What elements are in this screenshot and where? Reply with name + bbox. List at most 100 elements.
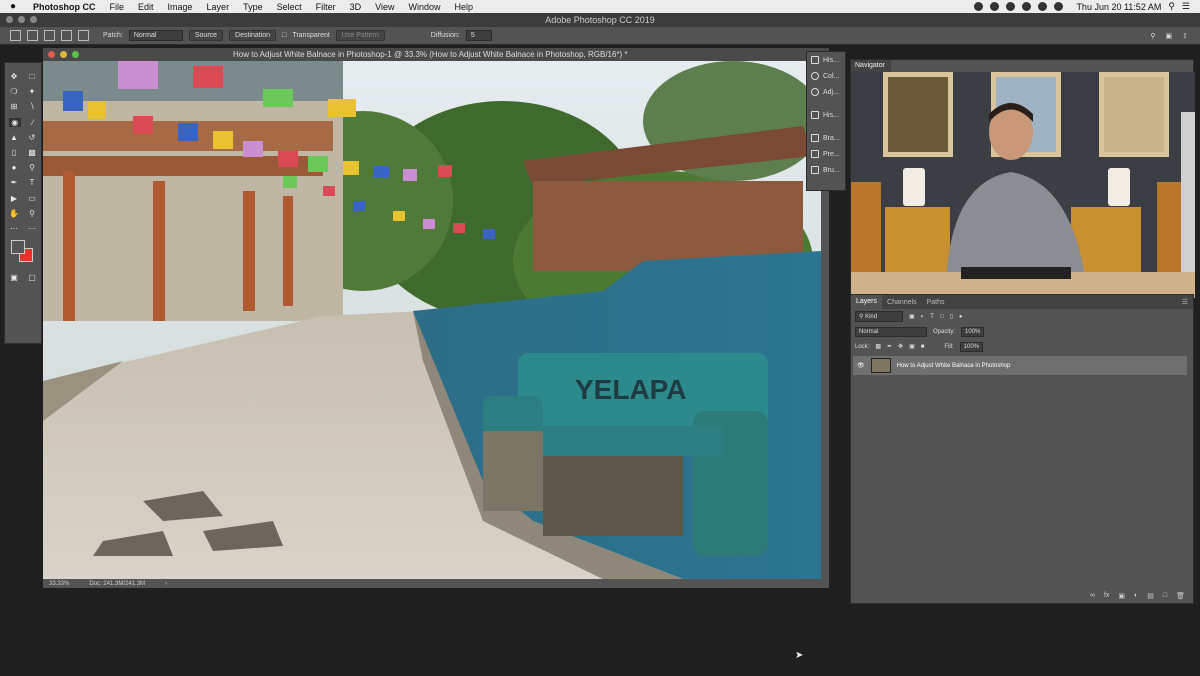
transparent-checkbox[interactable]: □ — [282, 32, 286, 39]
history-panel-button[interactable]: His... — [807, 52, 845, 68]
patch-tool-icon[interactable] — [10, 30, 21, 41]
layer-name[interactable]: How to Adjust White Balnace in Photoshop — [897, 363, 1011, 369]
zoom-window-button[interactable] — [30, 16, 37, 23]
status-icon[interactable] — [1006, 2, 1016, 11]
menu-file[interactable]: File — [103, 2, 132, 12]
adjustment-filter-icon[interactable]: ◐ — [921, 314, 925, 320]
menu-image[interactable]: Image — [161, 2, 200, 12]
hand-tool-icon[interactable]: ✋ — [9, 209, 19, 218]
close-document-button[interactable] — [48, 51, 55, 58]
document-tab[interactable]: How to Adjust White Balnace in Photoshop… — [43, 48, 829, 61]
zoom-tool-icon[interactable]: ⚲ — [28, 209, 37, 218]
screen-mode-icon[interactable]: ▢ — [28, 273, 37, 282]
wifi-icon[interactable] — [1054, 2, 1064, 11]
shape-tool-icon[interactable]: ▭ — [28, 194, 37, 203]
histogram-panel-button[interactable]: His... — [807, 107, 845, 123]
status-icon[interactable] — [990, 2, 1000, 11]
tab-navigator[interactable]: Navigator — [851, 60, 891, 72]
source-button[interactable]: Source — [188, 30, 224, 41]
search-icon[interactable]: ⚲ — [1150, 32, 1155, 40]
lock-all-icon[interactable]: ■ — [921, 344, 925, 350]
minimize-document-button[interactable] — [60, 51, 67, 58]
menu-help[interactable]: Help — [447, 2, 480, 12]
layer-filter-kind-select[interactable]: ⚲ Kind — [855, 311, 903, 322]
intersect-selection-icon[interactable] — [78, 30, 89, 41]
opacity-input[interactable]: 100% — [961, 326, 985, 337]
quick-mask-icon[interactable]: ▣ — [10, 273, 19, 282]
brush-tool-icon[interactable]: ∕ — [28, 118, 37, 127]
type-tool-icon[interactable]: T — [28, 178, 37, 187]
menu-edit[interactable]: Edit — [131, 2, 161, 12]
menu-type[interactable]: Type — [236, 2, 270, 12]
display-icon[interactable] — [1038, 2, 1048, 11]
menu-layer[interactable]: Layer — [200, 2, 237, 12]
pixel-filter-icon[interactable]: ▣ — [909, 313, 915, 320]
subtract-selection-icon[interactable] — [61, 30, 72, 41]
pen-tool-icon[interactable]: ✒ — [10, 178, 19, 187]
layer-style-icon[interactable]: fx — [1104, 592, 1109, 600]
menu-select[interactable]: Select — [270, 2, 309, 12]
eraser-tool-icon[interactable]: ▯ — [10, 148, 19, 157]
lock-transparency-icon[interactable]: ▩ — [875, 343, 881, 350]
crop-tool-icon[interactable]: ⊞ — [10, 102, 19, 111]
new-layer-icon[interactable]: □ — [1163, 592, 1167, 600]
lasso-tool-icon[interactable]: ❍ — [10, 87, 19, 96]
layer-row[interactable]: 👁 How to Adjust White Balnace in Photosh… — [853, 356, 1187, 375]
destination-button[interactable]: Destination — [229, 30, 277, 41]
lock-artboard-icon[interactable]: ▣ — [909, 343, 915, 350]
adjustments-panel-button[interactable]: Adj... — [807, 84, 845, 100]
type-filter-icon[interactable]: T — [930, 314, 934, 320]
new-selection-icon[interactable] — [27, 30, 38, 41]
filter-toggle-icon[interactable]: ● — [959, 314, 963, 320]
move-tool-icon[interactable]: ✥ — [10, 72, 19, 81]
share-icon[interactable]: ⇧ — [1182, 32, 1188, 40]
panel-menu-icon[interactable]: ☰ — [1177, 298, 1193, 306]
edit-toolbar-icon[interactable]: ⋯ — [10, 224, 19, 233]
smart-object-filter-icon[interactable]: ▯ — [950, 313, 953, 320]
delete-layer-icon[interactable]: 🗑 — [1176, 592, 1185, 600]
marquee-tool-icon[interactable]: □ — [28, 72, 37, 81]
magic-wand-tool-icon[interactable]: ✦ — [28, 87, 37, 96]
workspace-icon[interactable]: ▣ — [1166, 32, 1173, 40]
document-size[interactable]: Doc: 241.3M/241.3M — [89, 581, 145, 587]
link-layers-icon[interactable]: ∞ — [1090, 592, 1095, 600]
blur-tool-icon[interactable]: ● — [10, 163, 19, 172]
menu-view[interactable]: View — [368, 2, 401, 12]
brush-panel-button[interactable]: Bra... — [807, 130, 845, 146]
use-pattern-button[interactable]: Use Pattern — [335, 30, 385, 41]
lock-position-icon[interactable]: ✥ — [898, 343, 903, 350]
zoom-document-button[interactable] — [72, 51, 79, 58]
tab-layers[interactable]: Layers — [851, 295, 883, 309]
cloud-icon[interactable] — [974, 2, 984, 11]
history-brush-tool-icon[interactable]: ↺ — [28, 133, 37, 142]
brushes-panel-button[interactable]: Bru... — [807, 162, 845, 178]
menubar-clock[interactable]: Thu Jun 20 11:52 AM — [1076, 2, 1161, 12]
path-selection-tool-icon[interactable]: ▶ — [10, 194, 19, 203]
close-window-button[interactable] — [6, 16, 13, 23]
fill-input[interactable]: 100% — [959, 341, 984, 352]
add-mask-icon[interactable]: ▣ — [1118, 592, 1125, 600]
tab-paths[interactable]: Paths — [922, 299, 950, 306]
notification-center-icon[interactable]: ☰ — [1182, 1, 1190, 12]
adjustment-layer-icon[interactable]: ◐ — [1134, 592, 1138, 600]
clone-stamp-tool-icon[interactable]: ▲ — [10, 133, 19, 142]
dodge-tool-icon[interactable]: ⚲ — [28, 163, 37, 172]
eyedropper-tool-icon[interactable]: ∖ — [28, 102, 37, 111]
foreground-color-swatch[interactable] — [11, 240, 25, 255]
status-menu-icon[interactable]: › — [165, 581, 167, 587]
tab-channels[interactable]: Channels — [882, 299, 922, 306]
gradient-tool-icon[interactable]: ▩ — [28, 148, 37, 157]
spotlight-icon[interactable]: ⚲ — [1168, 1, 1175, 12]
patch-mode-select[interactable]: Normal — [128, 30, 183, 41]
apple-menu-icon[interactable]: ● — [0, 1, 26, 12]
presets-panel-button[interactable]: Pre... — [807, 146, 845, 162]
new-group-icon[interactable]: ▤ — [1147, 592, 1154, 600]
menu-3d[interactable]: 3D — [343, 2, 369, 12]
lock-pixels-icon[interactable]: ✒ — [887, 343, 892, 350]
patch-tool-icon[interactable]: ◉ — [8, 117, 21, 127]
menu-window[interactable]: Window — [401, 2, 447, 12]
diffusion-select[interactable]: 5 — [465, 30, 492, 41]
zoom-level[interactable]: 33.33% — [49, 581, 69, 587]
shape-filter-icon[interactable]: □ — [940, 314, 944, 320]
image-canvas[interactable]: YELAPA — [43, 61, 821, 579]
